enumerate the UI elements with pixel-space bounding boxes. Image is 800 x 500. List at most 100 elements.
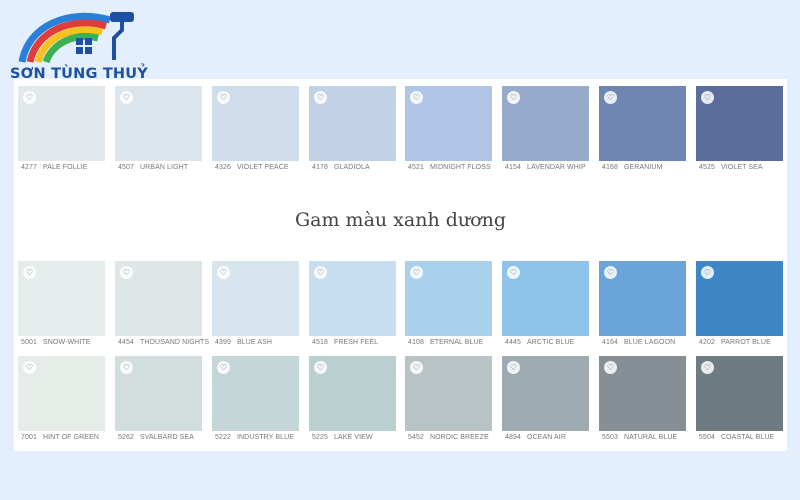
favorite-heart-icon[interactable]: ♡ [701,266,714,279]
color-name: LAKE VIEW [333,434,373,441]
color-label: 4202 PARROT BLUE [699,339,791,346]
color-swatch[interactable]: ♡ [696,261,783,336]
color-code: 5225 [312,434,328,441]
color-name: SNOW-WHITE [42,339,91,346]
color-label: 5452 NORDIC BREEZE [408,434,500,441]
favorite-heart-icon[interactable]: ♡ [217,266,230,279]
favorite-heart-icon[interactable]: ♡ [23,266,36,279]
favorite-heart-icon[interactable]: ♡ [507,361,520,374]
color-label: 4178 GLADIOLA [312,164,404,171]
color-swatch[interactable]: ♡ [599,356,686,431]
color-label: 5001 SNOW-WHITE [21,339,113,346]
color-swatch[interactable]: ♡ [212,356,299,431]
favorite-heart-icon[interactable]: ♡ [410,361,423,374]
color-label: 5225 LAKE VIEW [312,434,404,441]
color-name: ARCTIC BLUE [526,339,575,346]
color-swatch[interactable]: ♡ [405,261,492,336]
favorite-heart-icon[interactable]: ♡ [604,361,617,374]
section-heading: Gam màu xanh dương [295,209,506,231]
favorite-heart-icon[interactable]: ♡ [604,266,617,279]
favorite-heart-icon[interactable]: ♡ [217,91,230,104]
favorite-heart-icon[interactable]: ♡ [217,361,230,374]
favorite-heart-icon[interactable]: ♡ [410,266,423,279]
color-label: 4164 BLUE LAGOON [602,339,694,346]
color-code: 4178 [312,164,328,171]
favorite-heart-icon[interactable]: ♡ [120,361,133,374]
color-code: 4894 [505,434,521,441]
color-name: GLADIOLA [333,164,370,171]
color-name: BLUE ASH [236,339,273,346]
favorite-heart-icon[interactable]: ♡ [701,91,714,104]
color-swatch[interactable]: ♡ [115,86,202,161]
color-swatch[interactable]: ♡ [502,261,589,336]
color-swatch[interactable]: ♡ [212,261,299,336]
color-label: 5262 SVALBARD SEA [118,434,210,441]
color-name: ETERNAL BLUE [429,339,484,346]
color-swatch[interactable]: ♡ [405,86,492,161]
color-swatch[interactable]: ♡ [18,261,105,336]
paint-roller-logo-icon [18,12,134,64]
color-label: 5503 NATURAL BLUE [602,434,694,441]
color-label: 4894 OCEAN AIR [505,434,597,441]
color-label: 4518 FRESH FEEL [312,339,404,346]
favorite-heart-icon[interactable]: ♡ [23,91,36,104]
color-swatch[interactable]: ♡ [405,356,492,431]
color-swatch[interactable]: ♡ [502,86,589,161]
color-code: 4445 [505,339,521,346]
color-code: 4277 [21,164,37,171]
favorite-heart-icon[interactable]: ♡ [410,91,423,104]
color-code: 5262 [118,434,134,441]
favorite-heart-icon[interactable]: ♡ [701,361,714,374]
color-palette-panel: Gam màu xanh dương ♡ 4277 PALE FOLLIE ♡ 4507… [14,79,787,451]
color-swatch[interactable]: ♡ [696,356,783,431]
color-swatch[interactable]: ♡ [115,356,202,431]
color-name: NATURAL BLUE [623,434,678,441]
color-name: LAVENDAR WHIP [526,164,586,171]
color-swatch[interactable]: ♡ [18,86,105,161]
color-swatch[interactable]: ♡ [115,261,202,336]
color-name: PARROT BLUE [720,339,771,346]
color-label: 4399 BLUE ASH [215,339,307,346]
color-swatch[interactable]: ♡ [309,261,396,336]
color-name: HINT OF GREEN [42,434,99,441]
color-code: 4168 [602,164,618,171]
color-swatch[interactable]: ♡ [599,86,686,161]
color-code: 5504 [699,434,715,441]
color-label: 4154 LAVENDAR WHIP [505,164,597,171]
favorite-heart-icon[interactable]: ♡ [507,91,520,104]
favorite-heart-icon[interactable]: ♡ [120,266,133,279]
color-label: 7001 HINT OF GREEN [21,434,113,441]
color-code: 4518 [312,339,328,346]
color-swatch[interactable]: ♡ [212,86,299,161]
brand-logo[interactable]: SƠN TÙNG THUỶ [8,4,148,84]
color-swatch[interactable]: ♡ [502,356,589,431]
favorite-heart-icon[interactable]: ♡ [120,91,133,104]
color-code: 4399 [215,339,231,346]
color-swatch[interactable]: ♡ [309,356,396,431]
color-label: 4326 VIOLET PEACE [215,164,307,171]
color-code: 5452 [408,434,424,441]
color-code: 4521 [408,164,424,171]
favorite-heart-icon[interactable]: ♡ [507,266,520,279]
color-code: 4154 [505,164,521,171]
favorite-heart-icon[interactable]: ♡ [314,91,327,104]
color-swatch[interactable]: ♡ [18,356,105,431]
color-name: GERANIUM [623,164,663,171]
color-code: 7001 [21,434,37,441]
favorite-heart-icon[interactable]: ♡ [314,266,327,279]
color-label: 5222 INDUSTRY BLUE [215,434,307,441]
color-swatch[interactable]: ♡ [309,86,396,161]
color-label: 4445 ARCTIC BLUE [505,339,597,346]
color-label: 4108 ETERNAL BLUE [408,339,500,346]
color-swatch[interactable]: ♡ [696,86,783,161]
color-swatch[interactable]: ♡ [599,261,686,336]
color-name: COASTAL BLUE [720,434,775,441]
favorite-heart-icon[interactable]: ♡ [604,91,617,104]
color-label: 4454 THOUSAND NIGHTS [118,339,210,346]
color-code: 4202 [699,339,715,346]
color-name: URBAN LIGHT [139,164,189,171]
color-name: BLUE LAGOON [623,339,676,346]
favorite-heart-icon[interactable]: ♡ [23,361,36,374]
favorite-heart-icon[interactable]: ♡ [314,361,327,374]
color-name: THOUSAND NIGHTS [139,339,210,346]
